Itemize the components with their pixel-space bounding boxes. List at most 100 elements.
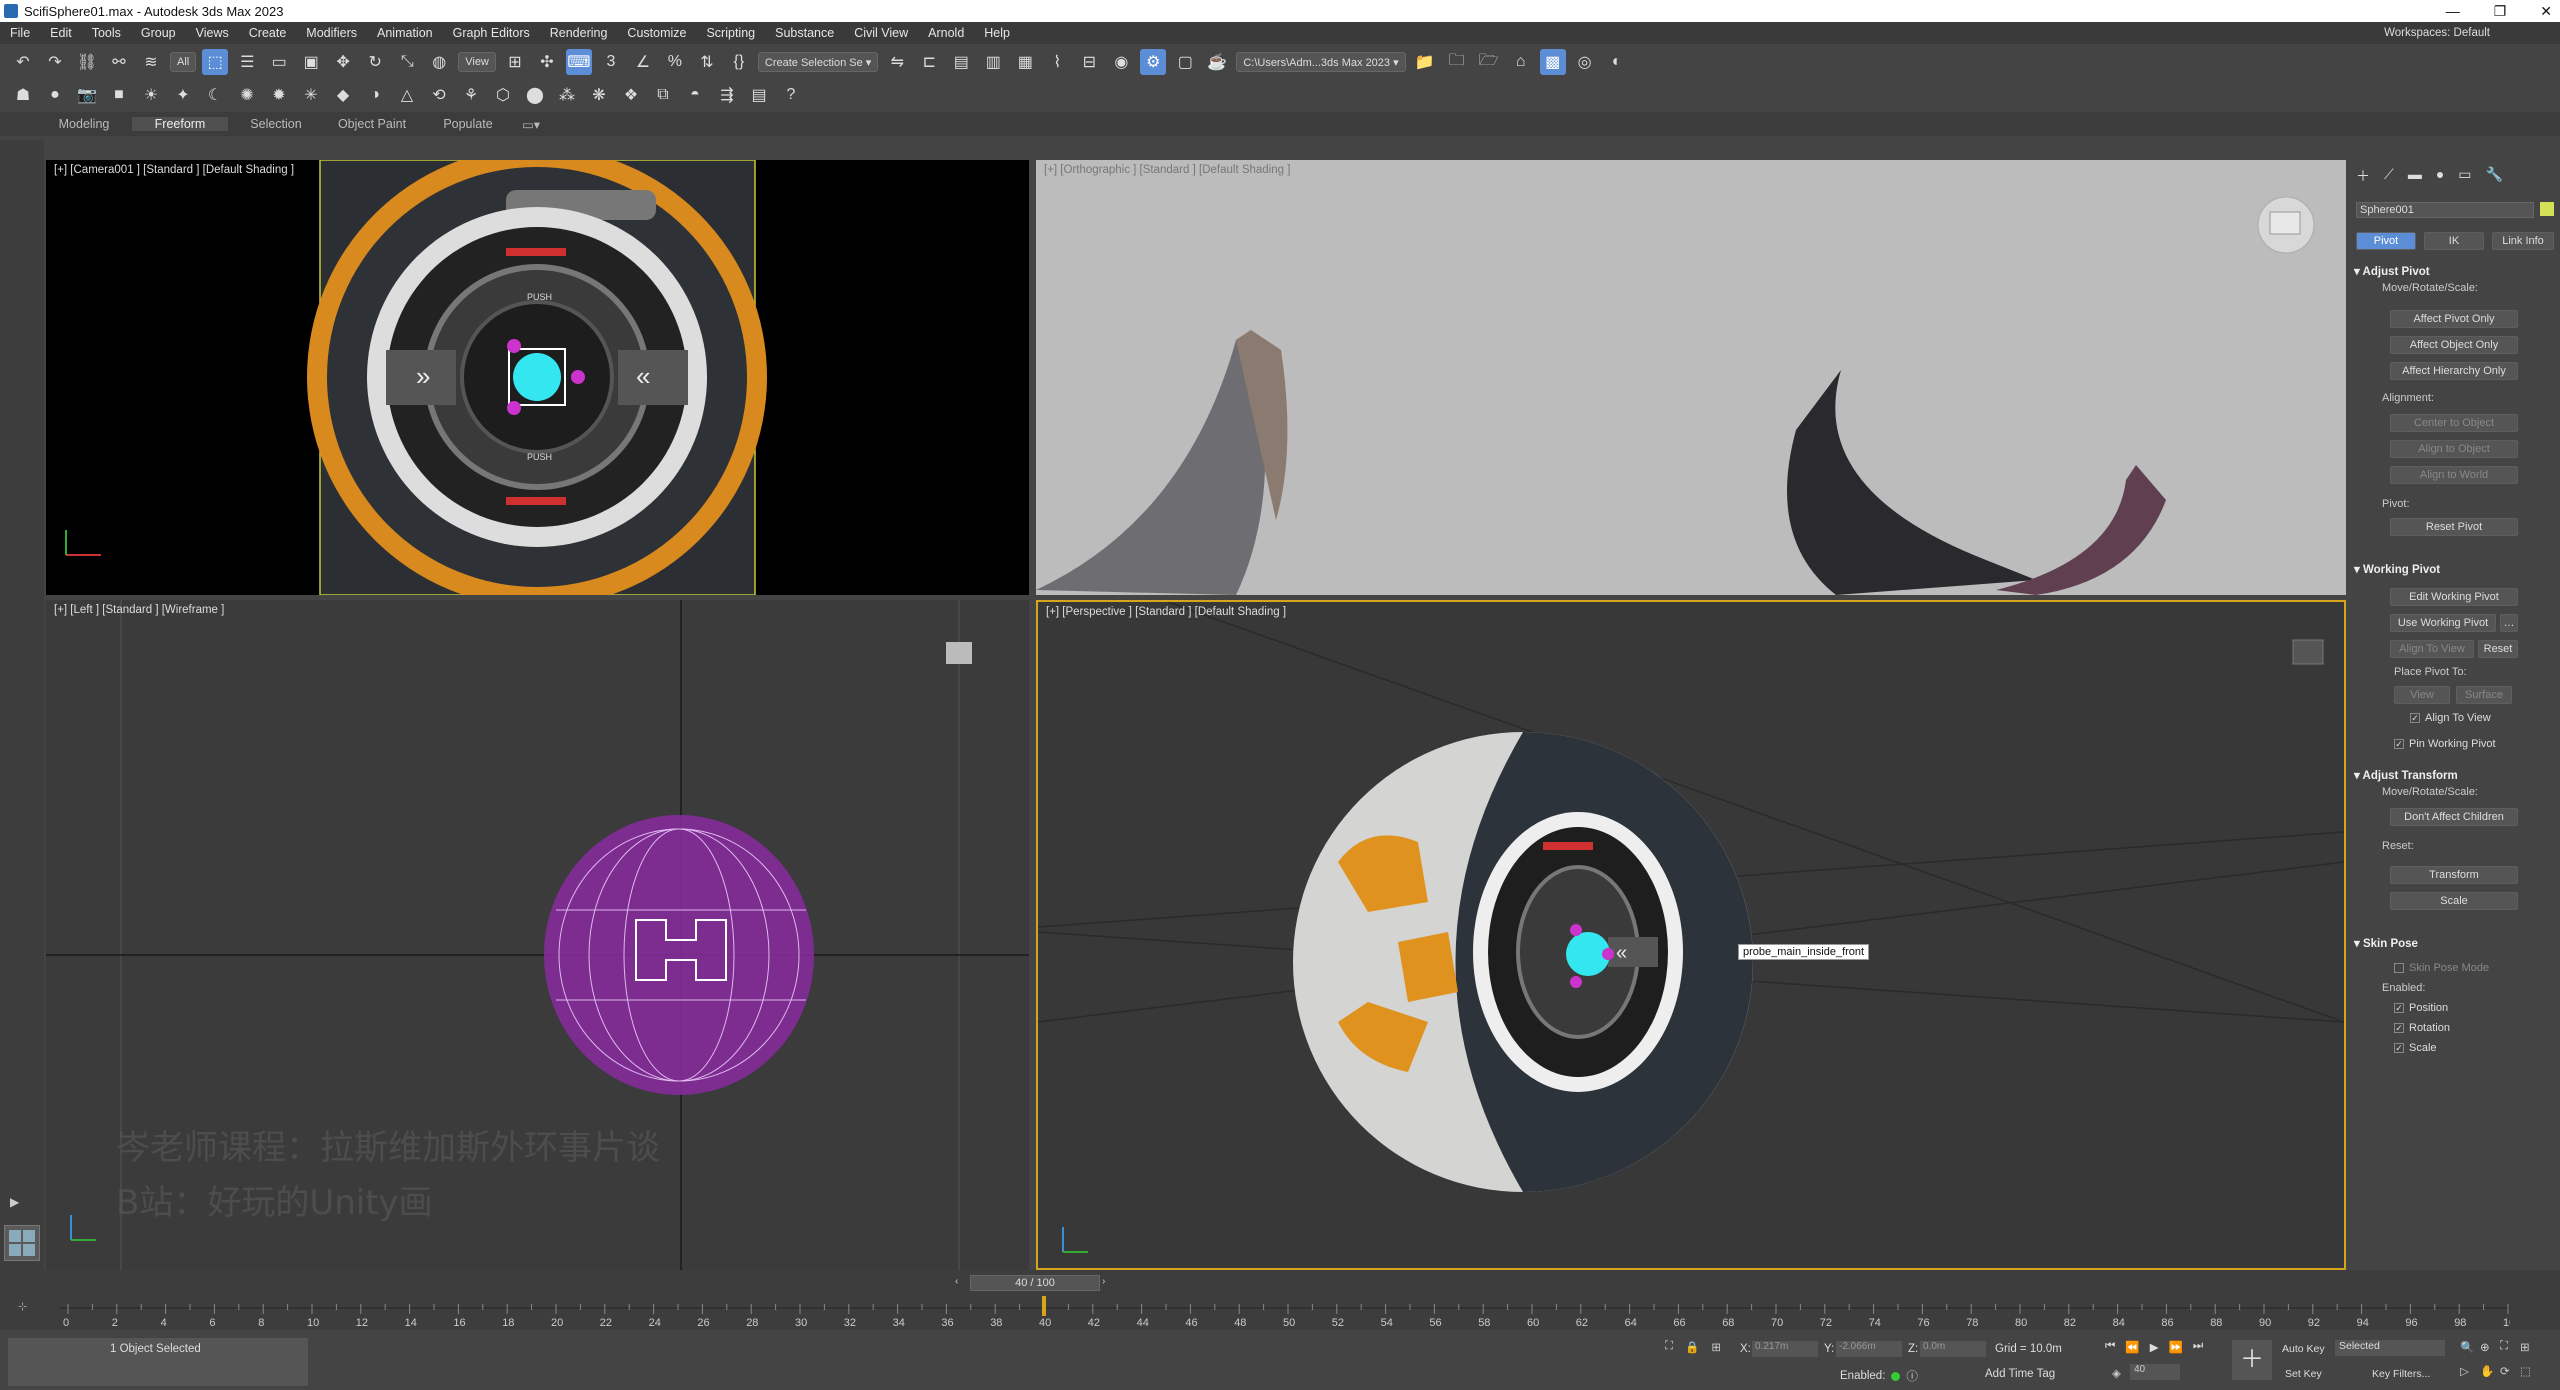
camera-viewport[interactable]: [+] [Camera001 ] [Standard ] [Default Sh… <box>46 160 1029 595</box>
zoom-icon[interactable]: 🔍 <box>2460 1340 2480 1354</box>
shape-icon[interactable]: ☾ <box>202 82 228 108</box>
align-to-view-button[interactable]: Align To View <box>2390 640 2474 658</box>
close-button[interactable]: ✕ <box>2540 0 2552 22</box>
menu-animation[interactable]: Animation <box>367 22 443 44</box>
motion-panel-icon[interactable]: ● <box>2436 166 2444 186</box>
bend-icon[interactable]: ⟲ <box>426 82 452 108</box>
go-to-end-icon[interactable]: ⏭ <box>2193 1340 2203 1354</box>
menu-substance[interactable]: Substance <box>765 22 844 44</box>
project-folder-icon[interactable]: 📁 <box>1412 49 1438 75</box>
box-icon[interactable]: ■ <box>106 82 132 108</box>
hierarchy-panel-icon[interactable]: ▬ <box>2408 166 2422 186</box>
menu-scripting[interactable]: Scripting <box>696 22 765 44</box>
undo-icon[interactable]: ↶ <box>10 49 36 75</box>
camera-icon[interactable]: 📷 <box>74 82 100 108</box>
selection-lock-icon[interactable]: 🔒 <box>1685 1340 1699 1354</box>
layer-explorer-icon[interactable]: ▥ <box>980 49 1006 75</box>
angle-snap-icon[interactable]: ∠ <box>630 49 656 75</box>
hair-icon[interactable]: ⚘ <box>458 82 484 108</box>
field-of-view-icon[interactable]: ▷ <box>2460 1364 2480 1378</box>
render-production-icon[interactable]: ☕ <box>1204 49 1230 75</box>
zoom-extents-all-icon[interactable]: ⊞ <box>2520 1340 2540 1354</box>
play-icon[interactable]: ▶ <box>2150 1340 2159 1354</box>
redo-icon[interactable]: ↷ <box>42 49 68 75</box>
viewport-label[interactable]: [+] [Perspective ] [Standard ] [Default … <box>1046 606 1286 618</box>
key-filters-button[interactable]: Key Filters... <box>2372 1368 2430 1380</box>
affect-object-only-button[interactable]: Affect Object Only <box>2390 336 2518 354</box>
object-name-field[interactable]: Sphere001 <box>2356 202 2534 218</box>
menu-group[interactable]: Group <box>131 22 186 44</box>
enabled-indicator-icon[interactable] <box>1891 1371 1901 1381</box>
window-crossing-icon[interactable]: ▣ <box>298 49 324 75</box>
use-working-pivot-button[interactable]: Use Working Pivot <box>2390 614 2496 632</box>
system-icon[interactable]: ✹ <box>266 82 292 108</box>
time-slider-next-icon[interactable]: › <box>1102 1276 1105 1287</box>
go-to-start-icon[interactable]: ⏮ <box>2105 1340 2115 1354</box>
list-icon[interactable]: ▤ <box>746 82 772 108</box>
menu-tools[interactable]: Tools <box>82 22 131 44</box>
menu-rendering[interactable]: Rendering <box>540 22 618 44</box>
y-coordinate-field[interactable]: -2.066m <box>1836 1341 1902 1357</box>
scale-checkbox[interactable]: ✓ Scale <box>2394 1042 2437 1054</box>
ribbon-tab-object-paint[interactable]: Object Paint <box>324 117 420 131</box>
center-to-object-button[interactable]: Center to Object <box>2390 414 2518 432</box>
menu-edit[interactable]: Edit <box>40 22 82 44</box>
menu-create[interactable]: Create <box>239 22 297 44</box>
help-icon[interactable]: ? <box>778 82 804 108</box>
sphere-create-icon[interactable]: ● <box>42 82 68 108</box>
edit-working-pivot-button[interactable]: Edit Working Pivot <box>2390 588 2518 606</box>
place-pivot-view-button[interactable]: View <box>2394 686 2450 704</box>
left-viewport[interactable]: [+] [Left ] [Standard ] [Wireframe ] 岑老师… <box>46 600 1029 1270</box>
reset-transform-button[interactable]: Transform <box>2390 866 2518 884</box>
arnold-icon[interactable]: ▩ <box>1539 49 1566 75</box>
set-project-icon[interactable]: ⌂ <box>1508 49 1534 75</box>
material-sphere-icon[interactable]: ⬤ <box>522 82 548 108</box>
spinner-snap-icon[interactable]: ⇅ <box>694 49 720 75</box>
menu-arnold[interactable]: Arnold <box>918 22 974 44</box>
fluid-icon[interactable]: ❖ <box>618 82 644 108</box>
viewport-label[interactable]: [+] [Left ] [Standard ] [Wireframe ] <box>54 604 224 616</box>
state-sets-icon[interactable]: ⧉ <box>650 82 676 108</box>
modifier-icon[interactable]: ◆ <box>330 82 356 108</box>
particle-icon[interactable]: ✳ <box>298 82 324 108</box>
curve-editor-icon[interactable]: ⌇ <box>1044 49 1070 75</box>
arnold-render-icon[interactable]: ◎ <box>1572 49 1598 75</box>
save-folder-icon[interactable]: 🗁 <box>1476 49 1502 75</box>
previous-frame-icon[interactable]: ⏪ <box>2125 1340 2139 1354</box>
track-bar-icon[interactable]: ⊹ <box>18 1300 27 1313</box>
rotation-checkbox[interactable]: ✓ Rotation <box>2394 1022 2450 1034</box>
expand-arrow-icon[interactable]: ▶ <box>10 1195 19 1209</box>
reference-coordinate-dropdown[interactable]: View <box>458 52 496 72</box>
align-to-view-checkbox[interactable]: ✓ Align To View <box>2410 712 2491 724</box>
working-pivot-header[interactable]: ▾ Working Pivot <box>2354 562 2440 576</box>
menu-file[interactable]: File <box>0 22 40 44</box>
tab-pivot[interactable]: Pivot <box>2356 232 2416 250</box>
reset-pivot-button[interactable]: Reset Pivot <box>2390 518 2518 536</box>
modify-panel-icon[interactable]: ⟋ <box>2384 166 2394 186</box>
scene-explorer-icon[interactable]: ▤ <box>948 49 974 75</box>
orthographic-viewport[interactable]: [+] [Orthographic ] [Standard ] [Default… <box>1036 160 2346 595</box>
skin-pose-mode-checkbox[interactable]: Skin Pose Mode <box>2394 962 2489 974</box>
multi-material-icon[interactable]: ⁂ <box>554 82 580 108</box>
toggle-ribbon-icon[interactable]: ▦ <box>1012 49 1038 75</box>
project-path-dropdown[interactable]: C:\Users\Adm...3ds Max 2023 ▾ <box>1236 52 1406 72</box>
zoom-all-icon[interactable]: ⊕ <box>2480 1340 2500 1354</box>
selection-filter-dropdown[interactable]: All <box>170 52 197 72</box>
select-move-icon[interactable]: ✥ <box>330 49 356 75</box>
affect-hierarchy-only-button[interactable]: Affect Hierarchy Only <box>2390 362 2518 380</box>
reset-scale-button[interactable]: Scale <box>2390 892 2518 910</box>
keyboard-shortcut-override-icon[interactable]: ⌨ <box>565 49 592 75</box>
named-selection-dropdown[interactable]: Create Selection Se ▾ <box>757 52 879 72</box>
bind-space-warp-icon[interactable]: ≋ <box>138 49 164 75</box>
ribbon-tab-selection[interactable]: Selection <box>228 117 324 131</box>
select-object-icon[interactable]: ⬚ <box>202 49 229 75</box>
schematic-view-icon[interactable]: ⊟ <box>1076 49 1102 75</box>
scene-converter-icon[interactable]: ⇶ <box>714 82 740 108</box>
selection-set-dropdown[interactable]: Selected <box>2335 1340 2445 1356</box>
orbit-icon[interactable]: ⟳ <box>2500 1364 2520 1378</box>
helper-icon[interactable]: ✦ <box>170 82 196 108</box>
rectangular-selection-icon[interactable]: ▭ <box>266 49 292 75</box>
absolute-mode-icon[interactable]: ⊞ <box>1711 1340 1721 1354</box>
select-by-name-icon[interactable]: ☰ <box>234 49 260 75</box>
display-panel-icon[interactable]: ▭ <box>2458 166 2471 186</box>
